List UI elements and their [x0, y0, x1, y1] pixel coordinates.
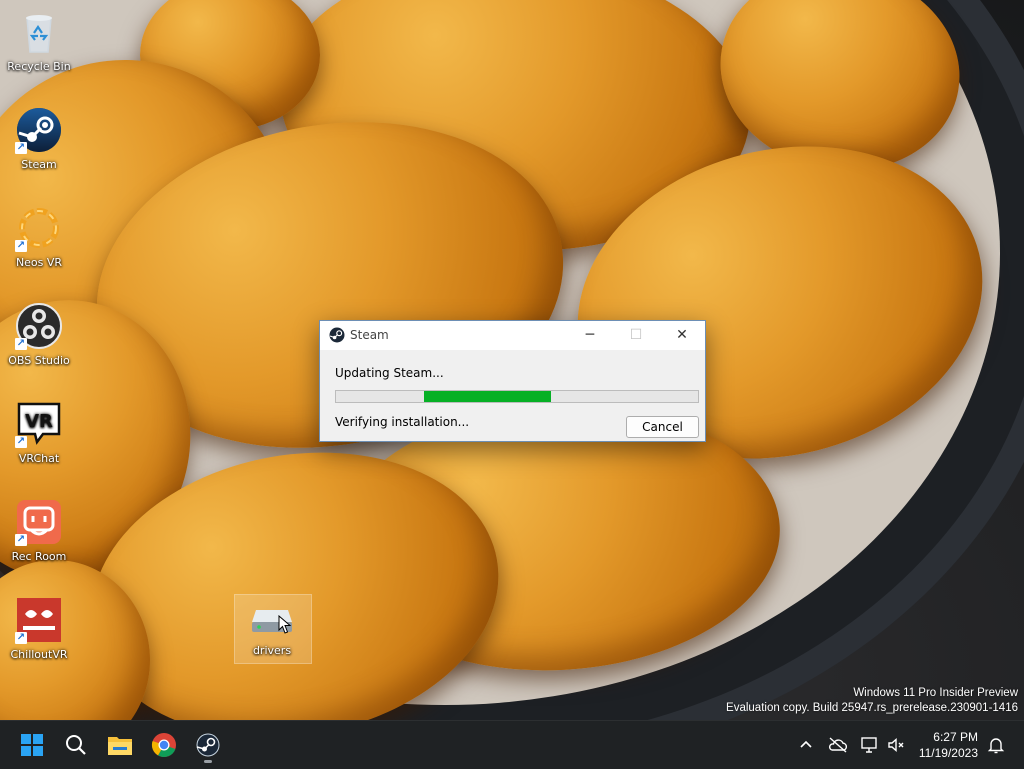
- watermark-line-1: Windows 11 Pro Insider Preview: [853, 687, 1018, 699]
- desktop-icon-label: Neos VR: [15, 256, 63, 269]
- onedrive-tray-button[interactable]: [826, 733, 850, 757]
- close-button[interactable]: ✕: [659, 321, 705, 350]
- volume-tray-button[interactable]: [884, 733, 908, 757]
- maximize-button: ☐: [613, 321, 659, 350]
- shortcut-arrow-icon: ↗: [15, 240, 27, 252]
- desktop-icon-label: drivers: [252, 644, 292, 657]
- dialog-title: Steam: [350, 328, 389, 342]
- shortcut-arrow-icon: ↗: [15, 436, 27, 448]
- desktop-icon-label: Steam: [21, 158, 57, 171]
- vrchat-icon: VR ↗: [15, 400, 63, 448]
- minimize-button[interactable]: ─: [567, 321, 613, 350]
- update-status-text: Updating Steam...: [335, 366, 444, 380]
- steam-icon: [329, 327, 345, 343]
- network-icon: [861, 737, 877, 753]
- desktop-icon-label: OBS Studio: [8, 354, 70, 367]
- clock-time: 6:27 PM: [933, 730, 978, 744]
- cloud-offline-icon: [828, 737, 848, 753]
- update-detail-text: Verifying installation...: [335, 415, 470, 429]
- minimize-icon: ─: [585, 327, 595, 343]
- recycle-bin-icon: [15, 8, 63, 56]
- volume-muted-icon: [888, 737, 904, 753]
- desktop-icon-drivers[interactable]: drivers: [234, 604, 310, 658]
- steam-taskbar-button[interactable]: [190, 727, 226, 763]
- shortcut-arrow-icon: ↗: [15, 338, 27, 350]
- rec-room-icon: ↗: [15, 498, 63, 546]
- windows-logo-icon: [21, 734, 43, 756]
- search-icon: [66, 735, 86, 755]
- cancel-button[interactable]: Cancel: [626, 416, 699, 438]
- desktop-icon-chilloutvr[interactable]: ↗ ChilloutVR: [1, 596, 77, 662]
- steam-icon: [196, 733, 220, 757]
- update-progress-bar: [335, 390, 699, 403]
- shortcut-arrow-icon: ↗: [15, 534, 27, 546]
- desktop-icon-steam[interactable]: ↗ Steam: [1, 106, 77, 172]
- shortcut-arrow-icon: ↗: [15, 632, 27, 644]
- chrome-button[interactable]: [146, 727, 182, 763]
- watermark-line-2: Evaluation copy. Build 25947.rs_prerelea…: [726, 702, 1018, 714]
- chrome-icon: [151, 733, 176, 758]
- taskbar: 6:27 PM 11/19/2023: [0, 720, 1024, 769]
- mouse-cursor-icon: [278, 615, 292, 634]
- obs-studio-icon: ↗: [15, 302, 63, 350]
- desktop-icon-rec-room[interactable]: ↗ Rec Room: [1, 498, 77, 564]
- dialog-titlebar[interactable]: Steam ─ ☐ ✕: [320, 321, 705, 350]
- windows-evaluation-watermark: Windows 11 Pro Insider Preview Evaluatio…: [726, 686, 1018, 716]
- neos-vr-icon: ↗: [15, 204, 63, 252]
- steam-update-dialog[interactable]: Steam ─ ☐ ✕ Updating Steam... Verifying …: [319, 320, 706, 442]
- network-tray-button[interactable]: [858, 733, 882, 757]
- desktop-icon-neos-vr[interactable]: ↗ Neos VR: [1, 204, 77, 270]
- bell-icon: [987, 738, 1005, 754]
- desktop-icon-obs-studio[interactable]: ↗ OBS Studio: [1, 302, 77, 368]
- chilloutvr-icon: ↗: [15, 596, 63, 644]
- close-icon: ✕: [676, 327, 688, 343]
- running-indicator: [204, 760, 212, 763]
- chevron-up-icon: [800, 740, 812, 748]
- file-explorer-button[interactable]: [102, 727, 138, 763]
- notifications-button[interactable]: [984, 733, 1008, 757]
- desktop-icon-label: Rec Room: [11, 550, 67, 563]
- search-button[interactable]: [58, 727, 94, 763]
- desktop-icon-label: ChilloutVR: [10, 648, 68, 661]
- clock-date: 11/19/2023: [918, 746, 978, 760]
- progress-bar-fill: [424, 391, 551, 402]
- show-hidden-icons-button[interactable]: [794, 733, 818, 757]
- folder-icon: [108, 737, 132, 755]
- shortcut-arrow-icon: ↗: [15, 142, 27, 154]
- desktop-icon-vrchat[interactable]: VR ↗ VRChat: [1, 400, 77, 466]
- vrchat-logo-text: VR: [25, 411, 53, 432]
- start-button[interactable]: [14, 727, 50, 763]
- steam-icon: ↗: [15, 106, 63, 154]
- taskbar-clock[interactable]: 6:27 PM 11/19/2023: [910, 729, 978, 761]
- desktop-icon-recycle-bin[interactable]: Recycle Bin: [1, 8, 77, 74]
- desktop-icon-label: VRChat: [18, 452, 60, 465]
- desktop-icon-label: Recycle Bin: [7, 60, 71, 73]
- maximize-icon: ☐: [629, 327, 643, 343]
